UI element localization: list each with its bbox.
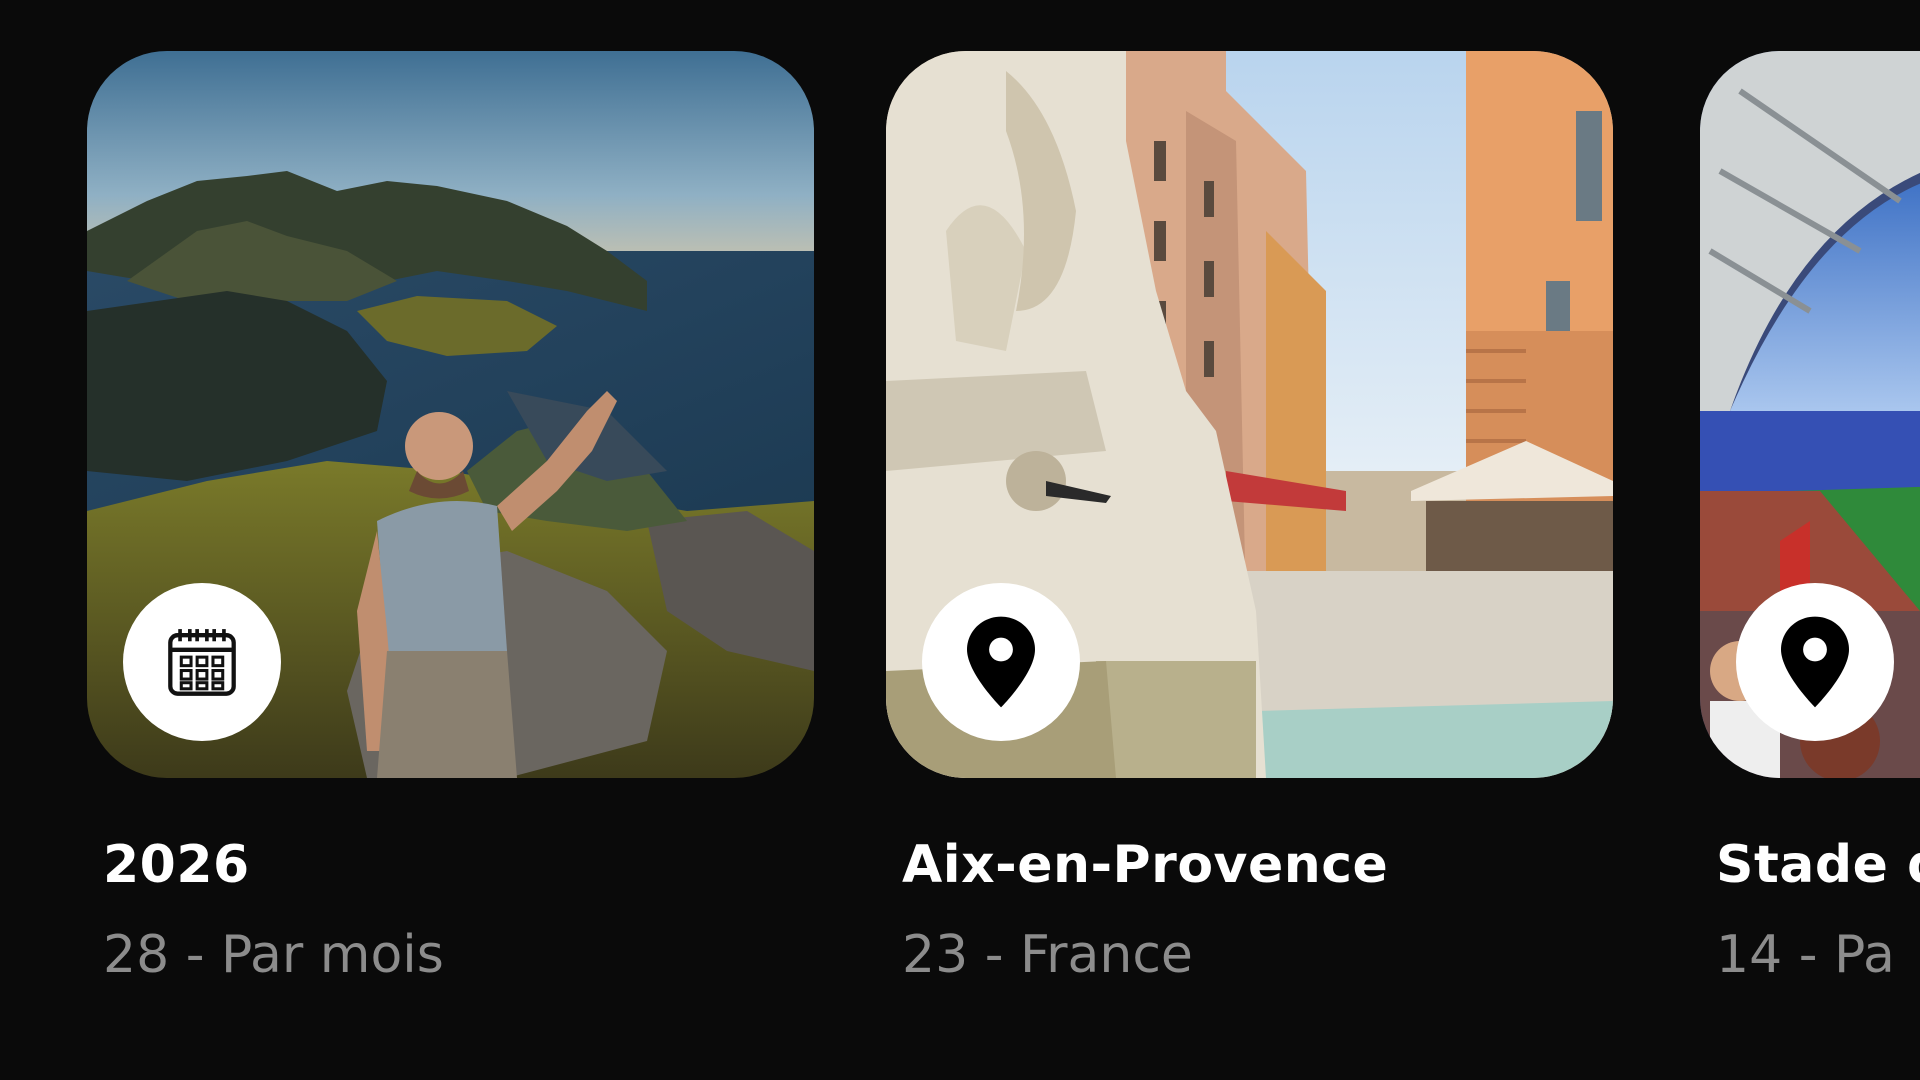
album-card-aix-en-provence[interactable]: Aix-en-Provence 23 - France xyxy=(886,51,1613,985)
album-title: Aix-en-Provence xyxy=(902,835,1389,895)
album-carousel: 2026 28 - Par mois Aix-en-Provence 23 - … xyxy=(0,0,1920,1080)
album-title: Stade d xyxy=(1716,835,1920,895)
album-photo[interactable] xyxy=(1700,51,1920,778)
album-type-badge xyxy=(123,583,281,741)
album-type-badge xyxy=(1736,583,1894,741)
album-title: 2026 xyxy=(103,835,250,895)
location-pin-icon xyxy=(1781,616,1849,708)
album-subtitle: 14 - Pa xyxy=(1716,925,1895,985)
album-card-2026[interactable]: 2026 28 - Par mois xyxy=(87,51,814,985)
location-pin-icon xyxy=(967,616,1035,708)
album-photo[interactable] xyxy=(886,51,1613,778)
calendar-icon xyxy=(168,629,236,696)
album-photo[interactable] xyxy=(87,51,814,778)
album-type-badge xyxy=(922,583,1080,741)
album-subtitle: 23 - France xyxy=(902,925,1193,985)
album-subtitle: 28 - Par mois xyxy=(103,925,444,985)
album-card-stade[interactable]: Stade d 14 - Pa xyxy=(1700,51,1920,985)
